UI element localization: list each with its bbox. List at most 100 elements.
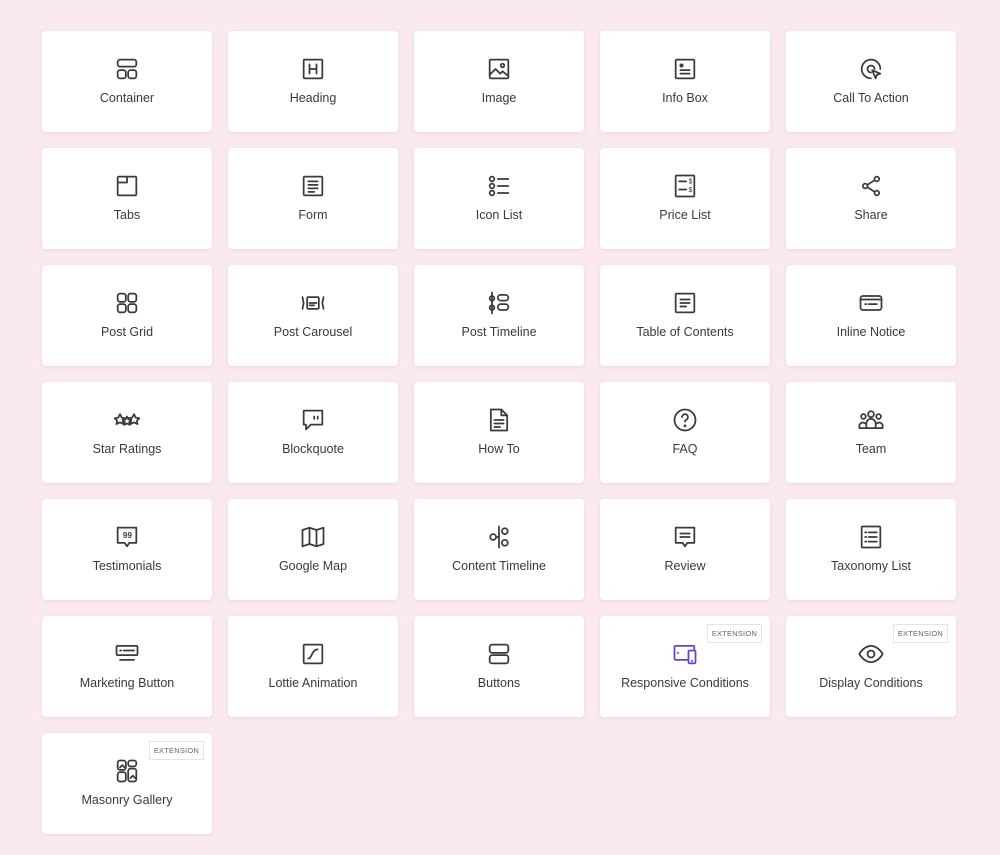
container-icon <box>113 55 141 83</box>
widget-card-info-box[interactable]: Info Box <box>600 31 770 132</box>
widget-card-responsive-conditions[interactable]: EXTENSION Responsive Conditions <box>600 616 770 717</box>
post-carousel-icon <box>299 289 327 317</box>
widget-grid: Container Heading Image Info Box Call To Act… <box>42 31 956 834</box>
widget-label: Buttons <box>477 676 521 690</box>
post-timeline-icon <box>485 289 513 317</box>
widget-card-taxonomy-list[interactable]: Taxonomy List <box>786 499 956 600</box>
blockquote-icon <box>299 406 327 434</box>
widget-label: Share <box>854 208 888 222</box>
widget-label: Post Timeline <box>461 325 537 339</box>
widget-label: Marketing Button <box>79 676 175 690</box>
widget-card-post-timeline[interactable]: Post Timeline <box>414 265 584 366</box>
faq-icon <box>671 406 699 434</box>
testimonials-icon: 99 <box>113 523 141 551</box>
widget-card-google-map[interactable]: Google Map <box>228 499 398 600</box>
widget-label: Testimonials <box>92 559 162 573</box>
widget-card-form[interactable]: Form <box>228 148 398 249</box>
widget-label: Post Grid <box>100 325 154 339</box>
widget-card-heading[interactable]: Heading <box>228 31 398 132</box>
widget-label: Content Timeline <box>452 559 546 573</box>
widget-card-faq[interactable]: FAQ <box>600 382 770 483</box>
widget-card-tabs[interactable]: Tabs <box>42 148 212 249</box>
widget-card-blockquote[interactable]: Blockquote <box>228 382 398 483</box>
widget-card-lottie-animation[interactable]: Lottie Animation <box>228 616 398 717</box>
widget-card-display-conditions[interactable]: EXTENSION Display Conditions <box>786 616 956 717</box>
widget-label: Price List <box>659 208 711 222</box>
widget-label: Info Box <box>662 91 708 105</box>
widget-label: Display Conditions <box>819 676 923 690</box>
icon-list-icon <box>485 172 513 200</box>
widget-label: Inline Notice <box>836 325 906 339</box>
widget-card-buttons[interactable]: Buttons <box>414 616 584 717</box>
map-icon <box>299 523 327 551</box>
widget-card-price-list[interactable]: $ $ Price List <box>600 148 770 249</box>
widget-label: Heading <box>289 91 337 105</box>
widget-card-image[interactable]: Image <box>414 31 584 132</box>
cursor-click-icon <box>857 55 885 83</box>
extension-badge: EXTENSION <box>892 624 948 643</box>
content-timeline-icon <box>485 523 513 551</box>
widget-card-testimonials[interactable]: 99 Testimonials <box>42 499 212 600</box>
widget-card-masonry-gallery[interactable]: EXTENSION Masonry Gallery <box>42 733 212 834</box>
widget-label: Blockquote <box>282 442 344 456</box>
responsive-devices-icon <box>671 640 699 668</box>
widget-label: Team <box>855 442 887 456</box>
widget-label: Google Map <box>278 559 348 573</box>
marketing-button-icon <box>113 640 141 668</box>
table-of-contents-icon <box>671 289 699 317</box>
widget-card-share[interactable]: Share <box>786 148 956 249</box>
widget-label: Responsive Conditions <box>621 676 749 690</box>
form-icon <box>299 172 327 200</box>
widget-card-team[interactable]: Team <box>786 382 956 483</box>
widget-label: Call To Action <box>833 91 909 105</box>
heading-icon <box>299 55 327 83</box>
svg-text:$: $ <box>689 187 693 194</box>
widget-card-call-to-action[interactable]: Call To Action <box>786 31 956 132</box>
image-icon <box>485 55 513 83</box>
how-to-icon <box>485 406 513 434</box>
widget-card-review[interactable]: Review <box>600 499 770 600</box>
widget-label: Tabs <box>113 208 141 222</box>
price-list-icon: $ $ <box>671 172 699 200</box>
eye-icon <box>857 640 885 668</box>
post-grid-icon <box>113 289 141 317</box>
widget-label: Lottie Animation <box>268 676 358 690</box>
widget-card-table-of-contents[interactable]: Table of Contents <box>600 265 770 366</box>
widget-label: FAQ <box>672 442 698 456</box>
widget-label: Table of Contents <box>636 325 734 339</box>
team-icon <box>857 406 885 434</box>
masonry-gallery-icon <box>113 757 141 785</box>
widget-card-icon-list[interactable]: Icon List <box>414 148 584 249</box>
widget-label: Form <box>298 208 328 222</box>
extension-badge: EXTENSION <box>706 624 762 643</box>
widget-label: Icon List <box>475 208 523 222</box>
tabs-icon <box>113 172 141 200</box>
share-icon <box>857 172 885 200</box>
widget-label: How To <box>478 442 520 456</box>
widget-label: Post Carousel <box>273 325 353 339</box>
widget-card-container[interactable]: Container <box>42 31 212 132</box>
review-icon <box>671 523 699 551</box>
widget-card-content-timeline[interactable]: Content Timeline <box>414 499 584 600</box>
svg-text:99: 99 <box>123 531 133 540</box>
extension-badge: EXTENSION <box>148 741 204 760</box>
buttons-icon <box>485 640 513 668</box>
widget-label: Container <box>99 91 155 105</box>
widget-label: Image <box>481 91 517 105</box>
star-ratings-icon <box>113 406 141 434</box>
widget-card-inline-notice[interactable]: Inline Notice <box>786 265 956 366</box>
widget-label: Star Ratings <box>92 442 162 456</box>
widget-label: Review <box>664 559 706 573</box>
widget-label: Masonry Gallery <box>81 793 173 807</box>
svg-text:$: $ <box>689 179 693 186</box>
widget-card-post-grid[interactable]: Post Grid <box>42 265 212 366</box>
lottie-icon <box>299 640 327 668</box>
info-box-icon <box>671 55 699 83</box>
widget-card-post-carousel[interactable]: Post Carousel <box>228 265 398 366</box>
widget-card-star-ratings[interactable]: Star Ratings <box>42 382 212 483</box>
taxonomy-list-icon <box>857 523 885 551</box>
widget-card-how-to[interactable]: How To <box>414 382 584 483</box>
widget-card-marketing-button[interactable]: Marketing Button <box>42 616 212 717</box>
widget-label: Taxonomy List <box>831 559 911 573</box>
inline-notice-icon <box>857 289 885 317</box>
